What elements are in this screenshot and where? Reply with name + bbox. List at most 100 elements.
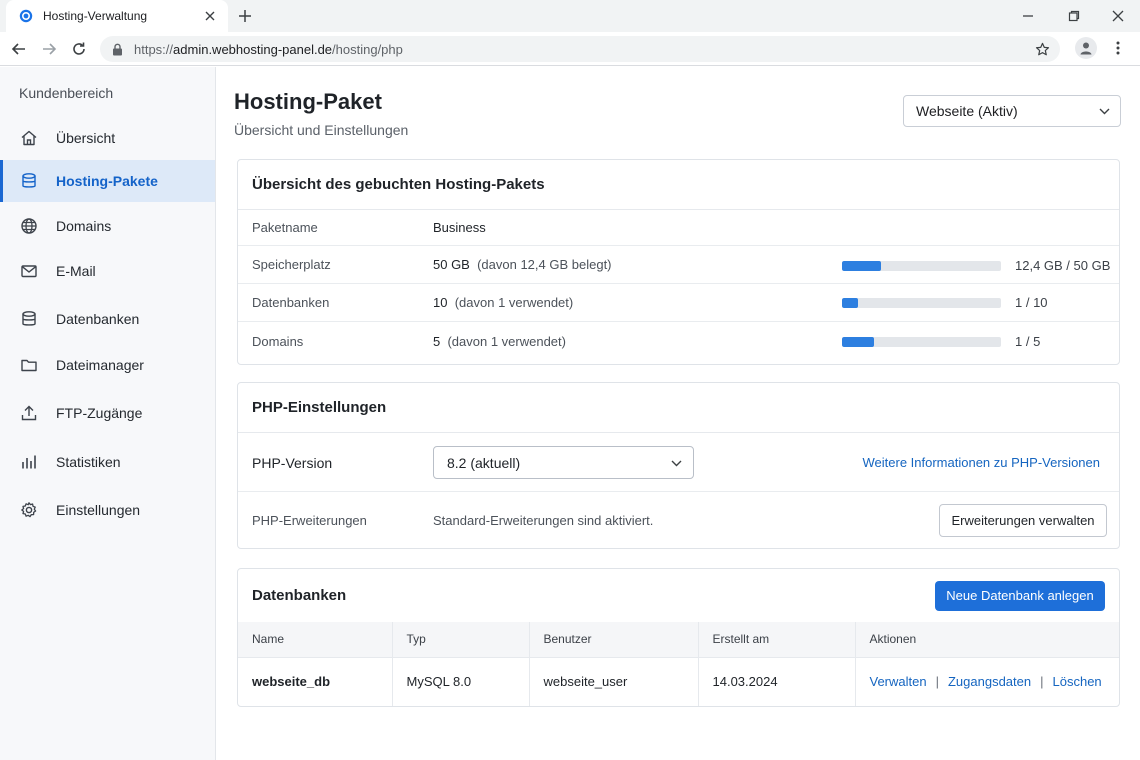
php-versions-info-link[interactable]: Weitere Informationen zu PHP-Versionen bbox=[863, 455, 1101, 470]
minimize-icon[interactable] bbox=[1020, 8, 1036, 24]
column-header-actions: Aktionen bbox=[855, 622, 1119, 658]
tab-title: Hosting-Verwaltung bbox=[43, 9, 148, 23]
site-favicon-icon bbox=[18, 8, 34, 24]
sidebar-item-dateimanager[interactable]: Dateimanager bbox=[0, 344, 215, 386]
action-separator: | bbox=[1040, 674, 1044, 690]
browser-tab-strip: Hosting-Verwaltung bbox=[0, 0, 1140, 32]
package-name-row: Paketname Business bbox=[238, 210, 1119, 246]
back-icon[interactable] bbox=[10, 40, 28, 58]
sidebar-heading: Kundenbereich bbox=[19, 85, 114, 101]
sidebar-item-label: Dateimanager bbox=[56, 357, 144, 373]
progress-fill bbox=[842, 337, 874, 347]
sidebar-item-label: Einstellungen bbox=[56, 502, 141, 518]
column-header-name: Name bbox=[238, 622, 393, 658]
db-actions-cell: Verwalten | Zugangsdaten | Löschen bbox=[855, 657, 1119, 706]
progress-fill bbox=[842, 261, 882, 271]
databases-progress-bar bbox=[842, 298, 1001, 308]
sidebar-item-label: Statistiken bbox=[56, 454, 121, 470]
chevron-down-icon bbox=[1099, 102, 1110, 120]
sidebar-item-label: E-Mail bbox=[56, 263, 96, 279]
php-extensions-label: PHP-Erweiterungen bbox=[252, 513, 367, 528]
card-header: PHP-Einstellungen bbox=[238, 383, 1119, 433]
table-row: webseite_db MySQL 8.0 webseite_user 14.0… bbox=[238, 657, 1119, 706]
website-select[interactable]: Webseite (Aktiv) bbox=[903, 95, 1121, 127]
forward-icon[interactable] bbox=[40, 40, 58, 58]
sidebar-item-ftp-zugaenge[interactable]: FTP-Zugänge bbox=[0, 392, 215, 434]
sidebar-item-uebersicht[interactable]: Übersicht bbox=[0, 117, 215, 159]
domains-value: 5 (davon 1 verwendet) bbox=[433, 334, 566, 349]
sidebar-item-label: FTP-Zugänge bbox=[56, 405, 143, 421]
new-database-button[interactable]: Neue Datenbank anlegen bbox=[935, 580, 1105, 611]
credentials-link[interactable]: Zugangsdaten bbox=[948, 674, 1031, 689]
db-created-cell: 14.03.2024 bbox=[698, 657, 856, 706]
databases-label: Datenbanken bbox=[252, 295, 330, 310]
bar-chart-icon bbox=[19, 452, 39, 472]
column-header-user: Benutzer bbox=[529, 622, 699, 658]
website-select-value: Webseite (Aktiv) bbox=[916, 103, 1018, 119]
column-header-created: Erstellt am bbox=[698, 622, 856, 658]
sidebar-item-domains[interactable]: Domains bbox=[0, 205, 215, 247]
databases-usage: 1 / 10 bbox=[1015, 295, 1048, 310]
close-window-icon[interactable] bbox=[1110, 8, 1126, 24]
chevron-down-icon bbox=[671, 454, 682, 472]
browser-menu-icon[interactable] bbox=[1111, 40, 1125, 56]
domains-usage: 1 / 5 bbox=[1015, 334, 1041, 349]
sidebar: Kundenbereich Übersicht Hosting-Pakete D… bbox=[0, 67, 216, 760]
sidebar-item-einstellungen[interactable]: Einstellungen bbox=[0, 489, 215, 531]
sidebar-item-label: Hosting-Pakete bbox=[56, 173, 158, 189]
lock-icon bbox=[110, 42, 124, 56]
close-tab-icon[interactable] bbox=[202, 8, 218, 24]
domains-progress-bar bbox=[842, 337, 1001, 347]
card-header: Übersicht des gebuchten Hosting-Pakets bbox=[238, 160, 1119, 210]
home-icon bbox=[19, 128, 39, 148]
sidebar-item-datenbanken[interactable]: Datenbanken bbox=[0, 298, 215, 340]
php-version-select[interactable]: 8.2 (aktuell) bbox=[433, 446, 694, 479]
storage-usage: 12,4 GB / 50 GB bbox=[1015, 258, 1111, 273]
php-version-row: PHP-Version 8.2 (aktuell) Weitere Inform… bbox=[238, 433, 1119, 492]
profile-avatar-icon[interactable] bbox=[1075, 37, 1097, 59]
page-title: Hosting-Paket bbox=[234, 89, 382, 114]
card-header: Datenbanken Neue Datenbank anlegen bbox=[238, 569, 1119, 622]
sidebar-item-label: Übersicht bbox=[56, 130, 116, 146]
sidebar-item-hosting-pakete[interactable]: Hosting-Pakete bbox=[0, 160, 215, 202]
manage-database-link[interactable]: Verwalten bbox=[870, 674, 927, 689]
db-type-cell: MySQL 8.0 bbox=[392, 657, 530, 706]
databases-row: Datenbanken 10 (davon 1 verwendet) 1 / 1… bbox=[238, 284, 1119, 322]
storage-progress-bar bbox=[842, 261, 1001, 271]
package-name-label: Paketname bbox=[252, 220, 318, 235]
new-tab-icon[interactable] bbox=[236, 7, 254, 25]
delete-database-link[interactable]: Löschen bbox=[1053, 674, 1102, 689]
bookmark-star-icon[interactable] bbox=[1034, 41, 1050, 57]
domains-label: Domains bbox=[252, 334, 304, 349]
card-title: Datenbanken bbox=[252, 587, 347, 604]
databases-value: 10 (davon 1 verwendet) bbox=[433, 295, 574, 310]
db-name-cell: webseite_db bbox=[238, 657, 393, 706]
php-version-label: PHP-Version bbox=[252, 455, 333, 471]
storage-value: 50 GB (davon 12,4 GB belegt) bbox=[433, 257, 612, 272]
databases-table: Name Typ Benutzer Erstellt am Aktionen w… bbox=[238, 622, 1119, 706]
address-bar[interactable]: https://admin.webhosting-panel.de/hostin… bbox=[100, 36, 1060, 62]
browser-tab[interactable]: Hosting-Verwaltung bbox=[6, 0, 228, 32]
card-title: PHP-Einstellungen bbox=[252, 399, 387, 416]
progress-fill bbox=[842, 298, 858, 308]
table-header-row: Name Typ Benutzer Erstellt am Aktionen bbox=[238, 622, 1119, 658]
databases-card: Datenbanken Neue Datenbank anlegen Name … bbox=[237, 568, 1120, 707]
manage-extensions-button[interactable]: Erweiterungen verwalten bbox=[939, 504, 1107, 537]
reload-icon[interactable] bbox=[70, 40, 88, 58]
globe-icon bbox=[19, 216, 39, 236]
php-extensions-row: PHP-Erweiterungen Standard-Erweiterungen… bbox=[238, 492, 1119, 548]
storage-row: Speicherplatz 50 GB (davon 12,4 GB beleg… bbox=[238, 246, 1119, 284]
folder-icon bbox=[19, 355, 39, 375]
browser-toolbar: https://admin.webhosting-panel.de/hostin… bbox=[0, 32, 1140, 66]
page-subtitle: Übersicht und Einstellungen bbox=[234, 122, 409, 138]
card-title: Übersicht des gebuchten Hosting-Pakets bbox=[252, 176, 545, 193]
upload-icon bbox=[19, 403, 39, 423]
db-user-cell: webseite_user bbox=[529, 657, 699, 706]
action-separator: | bbox=[935, 674, 939, 690]
sidebar-item-statistiken[interactable]: Statistiken bbox=[0, 441, 215, 483]
sidebar-item-label: Domains bbox=[56, 218, 112, 234]
package-name-value: Business bbox=[433, 220, 486, 235]
maximize-icon[interactable] bbox=[1066, 8, 1082, 24]
column-header-type: Typ bbox=[392, 622, 530, 658]
sidebar-item-e-mail[interactable]: E-Mail bbox=[0, 250, 215, 292]
